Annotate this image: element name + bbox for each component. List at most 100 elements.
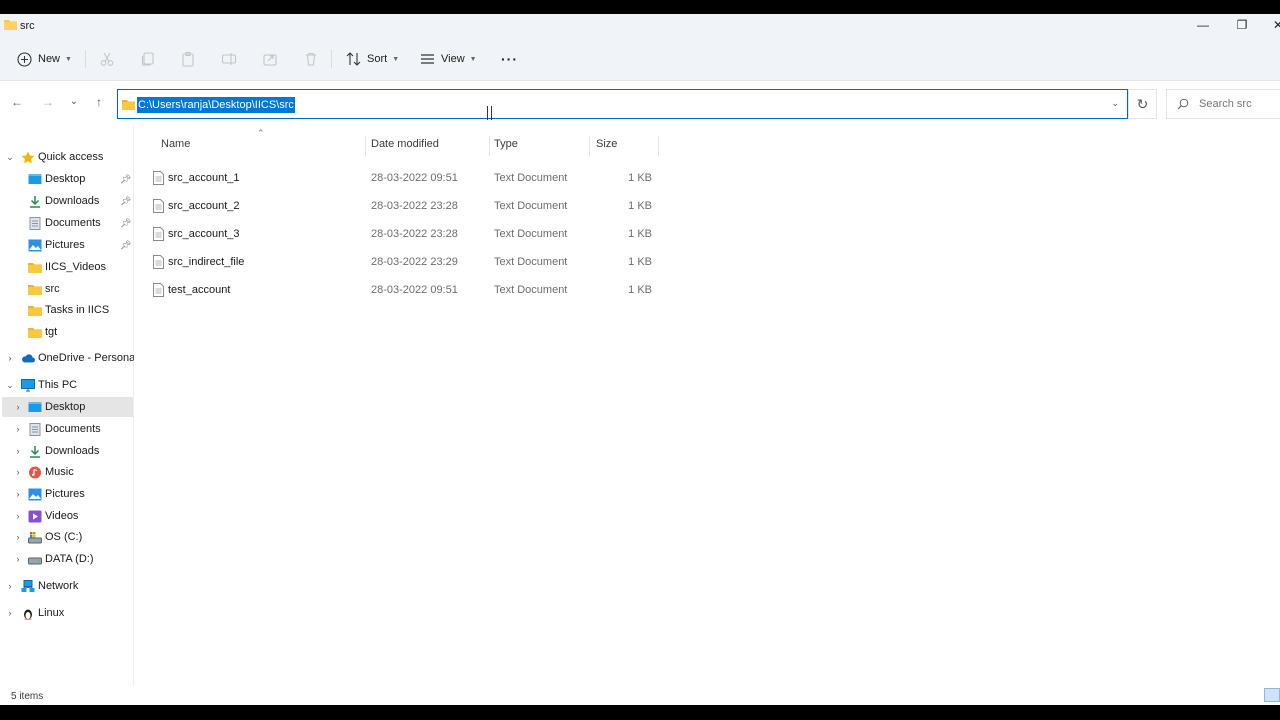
tree-network[interactable]: › Network: [0, 576, 133, 596]
file-name: src_indirect_file: [168, 256, 245, 268]
chevron-right-icon[interactable]: ›: [13, 489, 23, 499]
delete-icon[interactable]: [303, 51, 319, 67]
title-bar: src — ❐ ✕: [0, 14, 1280, 38]
tree-label: Documents: [45, 423, 101, 435]
sidebar-item-iics-videos[interactable]: IICS_Videos: [0, 257, 133, 277]
details-view-toggle[interactable]: [1264, 688, 1280, 702]
column-header-type[interactable]: Type: [494, 138, 518, 150]
column-header-date-modified[interactable]: Date modified: [371, 138, 439, 150]
column-divider[interactable]: [365, 136, 366, 156]
search-input[interactable]: [1199, 96, 1279, 112]
paste-icon[interactable]: [180, 51, 196, 67]
file-row[interactable]: test_account 28-03-2022 09:51 Text Docum…: [146, 279, 658, 301]
close-button[interactable]: ✕: [1271, 18, 1280, 32]
file-size: 1 KB: [628, 200, 652, 212]
column-header-size[interactable]: Size: [596, 138, 617, 150]
chevron-down-icon[interactable]: ⌄: [5, 380, 15, 391]
tree-quick-access[interactable]: ⌄ Quick access: [0, 147, 133, 167]
tree-label: IICS_Videos: [45, 261, 106, 273]
address-path[interactable]: C:\Users\ranja\Desktop\IICS\src: [137, 97, 295, 113]
column-divider[interactable]: [489, 136, 490, 156]
sort-icon: [346, 52, 361, 66]
up-button[interactable]: ↑: [92, 95, 106, 109]
navigation-pane: ⌄ Quick access Desktop 📌︎ Downloads 📌︎ D…: [0, 126, 138, 686]
tree-label: tgt: [45, 326, 58, 338]
column-divider[interactable]: [658, 136, 659, 156]
maximize-button[interactable]: ❐: [1235, 18, 1249, 32]
chevron-right-icon[interactable]: ›: [13, 554, 23, 564]
file-list: ⌃ Name Date modified Type Size src_accou…: [134, 126, 1280, 686]
sidebar-item-src[interactable]: src: [0, 279, 133, 299]
chevron-right-icon[interactable]: ›: [13, 511, 23, 521]
file-date-modified: 28-03-2022 23:29: [371, 256, 458, 268]
cut-icon[interactable]: [99, 51, 115, 67]
text-file-icon: [153, 171, 164, 185]
sidebar-item-videos[interactable]: › Videos: [0, 506, 133, 526]
music-icon: [29, 466, 41, 478]
file-type: Text Document: [494, 228, 568, 240]
minimize-button[interactable]: —: [1196, 18, 1210, 32]
refresh-button[interactable]: ↻: [1128, 89, 1157, 119]
chevron-right-icon[interactable]: ›: [13, 424, 23, 434]
file-size: 1 KB: [628, 284, 652, 296]
sidebar-item-tgt[interactable]: tgt: [0, 322, 133, 342]
sidebar-item-this-pc-documents[interactable]: › Documents: [0, 419, 133, 439]
folder-icon: [28, 305, 42, 316]
status-bar: 5 items: [0, 686, 1280, 705]
chevron-down-icon[interactable]: ⌄: [5, 152, 15, 163]
chevron-right-icon[interactable]: ›: [5, 581, 15, 591]
sidebar-item-this-pc-downloads[interactable]: › Downloads: [0, 441, 133, 461]
computer-icon: [21, 378, 35, 391]
separator: [331, 50, 332, 68]
see-more-button[interactable]: ···: [501, 49, 518, 69]
chevron-right-icon[interactable]: ›: [13, 467, 23, 477]
tree-onedrive[interactable]: › OneDrive - Personal: [0, 348, 138, 368]
column-header-name[interactable]: Name: [161, 138, 190, 150]
sidebar-item-this-pc-pictures[interactable]: › Pictures: [0, 484, 133, 504]
chevron-right-icon[interactable]: ›: [13, 446, 23, 456]
view-button[interactable]: View ▼: [420, 49, 477, 69]
file-date-modified: 28-03-2022 09:51: [371, 172, 458, 184]
address-bar[interactable]: C:\Users\ranja\Desktop\IICS\src ⌄: [117, 89, 1128, 119]
drive-icon: [28, 557, 42, 564]
tree-linux[interactable]: › Linux: [0, 603, 133, 623]
chevron-right-icon[interactable]: ›: [5, 608, 15, 618]
file-row[interactable]: src_account_1 28-03-2022 09:51 Text Docu…: [146, 167, 658, 189]
sidebar-item-os-c[interactable]: › OS (C:): [0, 527, 133, 547]
tree-label: Network: [38, 580, 79, 592]
window-title: src: [20, 20, 35, 32]
chevron-right-icon[interactable]: ›: [5, 353, 15, 363]
sidebar-item-documents[interactable]: Documents 📌︎: [0, 213, 133, 233]
new-button[interactable]: New ▼: [17, 49, 72, 69]
copy-icon[interactable]: [140, 51, 156, 67]
search-box[interactable]: [1166, 89, 1280, 119]
back-button[interactable]: ←: [10, 95, 24, 109]
sidebar-item-tasks-in-iics[interactable]: Tasks in IICS: [0, 300, 133, 320]
sidebar-item-music[interactable]: › Music: [0, 462, 133, 482]
chevron-right-icon[interactable]: ›: [13, 532, 23, 542]
tree-this-pc[interactable]: ⌄ This PC: [0, 375, 133, 395]
folder-icon: [28, 284, 42, 295]
chevron-down-icon[interactable]: ⌄: [1111, 98, 1119, 109]
sidebar-item-this-pc-desktop[interactable]: › Desktop: [2, 397, 133, 417]
rename-icon[interactable]: [221, 51, 237, 67]
sort-label: Sort: [367, 53, 388, 65]
sidebar-item-pictures[interactable]: Pictures 📌︎: [0, 235, 133, 255]
sidebar-item-downloads[interactable]: Downloads 📌︎: [0, 191, 133, 211]
folder-icon: [28, 327, 42, 338]
sidebar-item-desktop[interactable]: Desktop 📌︎: [0, 169, 133, 189]
column-divider[interactable]: [589, 136, 590, 156]
tree-label: OS (C:): [45, 531, 83, 543]
file-row[interactable]: src_account_3 28-03-2022 23:28 Text Docu…: [146, 223, 658, 245]
share-icon[interactable]: [262, 51, 278, 67]
file-row[interactable]: src_indirect_file 28-03-2022 23:29 Text …: [146, 251, 658, 273]
file-name: test_account: [168, 284, 231, 296]
sort-button[interactable]: Sort ▼: [346, 49, 399, 69]
tree-label: Quick access: [38, 151, 104, 163]
sidebar-item-data-d[interactable]: › DATA (D:): [0, 549, 133, 569]
file-row[interactable]: src_account_2 28-03-2022 23:28 Text Docu…: [146, 195, 658, 217]
chevron-right-icon[interactable]: ›: [13, 402, 23, 412]
documents-icon: [29, 422, 41, 436]
forward-button[interactable]: →: [41, 95, 55, 109]
recent-locations-button[interactable]: ⌄: [67, 95, 81, 109]
